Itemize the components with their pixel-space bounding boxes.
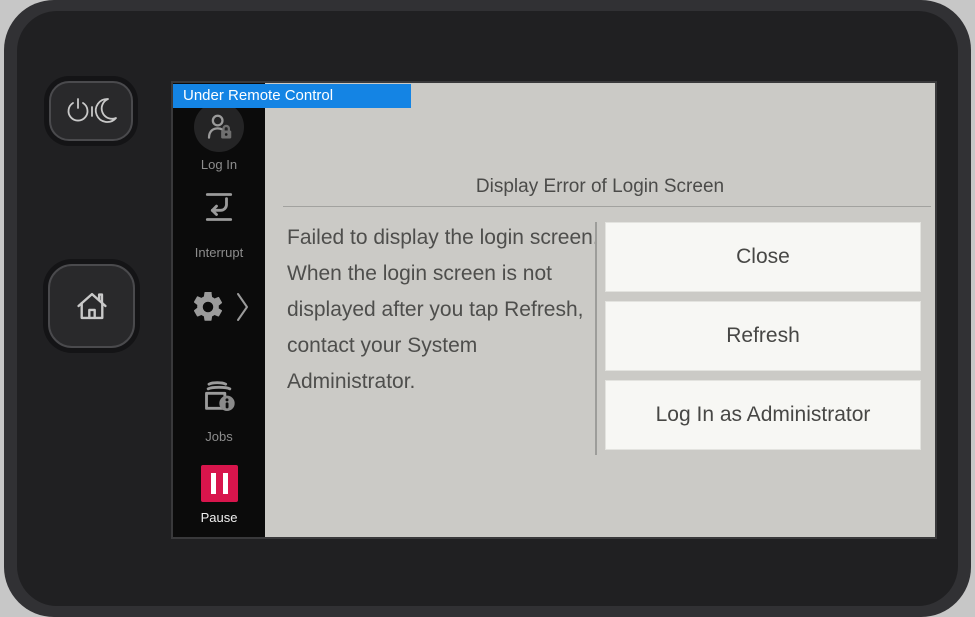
sidebar-item-interrupt[interactable]: Interrupt	[173, 187, 265, 260]
error-message: Failed to display the login screen. When…	[287, 220, 599, 400]
sidebar-item-login[interactable]: Log In	[173, 102, 265, 172]
chevron-right-icon	[236, 291, 249, 323]
remote-control-banner: Under Remote Control	[173, 84, 411, 108]
gear-icon	[190, 289, 226, 325]
error-message-line-2: When the login screen is not displayed a…	[287, 256, 599, 400]
power-moon-icon	[62, 95, 120, 127]
power-energy-saver-button[interactable]	[49, 81, 133, 141]
touchscreen: Under Remote Control Log In	[173, 83, 935, 537]
sidebar-label-pause: Pause	[173, 510, 265, 525]
close-button[interactable]: Close	[605, 222, 921, 292]
home-icon	[73, 287, 111, 325]
error-dialog: Display Error of Login Screen Failed to …	[265, 83, 935, 537]
error-message-line-1: Failed to display the login screen.	[287, 220, 599, 256]
dialog-title: Display Error of Login Screen	[265, 176, 935, 198]
refresh-button[interactable]: Refresh	[605, 301, 921, 371]
sidebar-item-pause[interactable]: Pause	[173, 465, 265, 525]
dialog-buttons: Close Refresh Log In as Administrator	[605, 222, 921, 450]
jobs-info-icon	[199, 375, 239, 415]
sidebar-label-interrupt: Interrupt	[173, 245, 265, 260]
user-lock-icon	[194, 102, 244, 152]
interrupt-icon	[199, 187, 239, 227]
sidebar-item-settings[interactable]	[173, 289, 265, 325]
sidebar-label-jobs: Jobs	[173, 429, 265, 444]
sidebar-item-jobs[interactable]: Jobs	[173, 375, 265, 444]
sidebar-label-login: Log In	[173, 157, 265, 172]
login-as-administrator-button[interactable]: Log In as Administrator	[605, 380, 921, 450]
home-button[interactable]	[48, 264, 135, 348]
pause-icon	[201, 465, 238, 502]
title-divider	[283, 206, 931, 207]
sidebar: Log In Interrupt	[173, 83, 265, 537]
vertical-divider	[595, 222, 597, 455]
